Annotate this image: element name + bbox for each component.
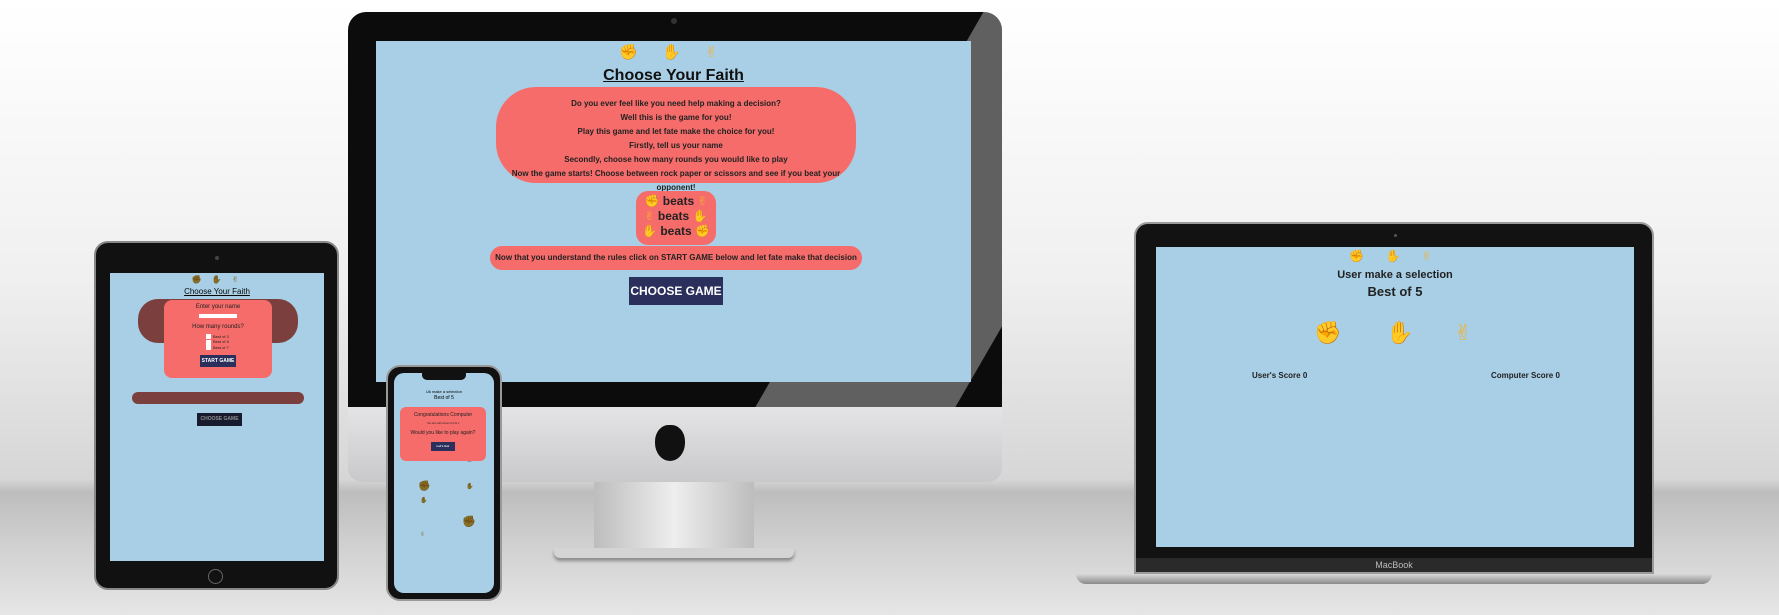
beats-box: ✊ beats ✌ ✌ beats ✋ ✋ beats ✊ — [636, 191, 716, 245]
scissors-icon: ✌ — [644, 209, 655, 223]
scissors-icon: ✌ — [697, 194, 708, 208]
lets-go-button[interactable]: Let's Go! — [431, 442, 455, 451]
laptop-base — [1076, 574, 1712, 584]
choose-game-button[interactable]: CHOOSE GAME — [197, 413, 242, 426]
phone-background-page: Uk make a selection Best of 5 ✊ ✋ ✌ ✊ ✋ … — [394, 373, 494, 593]
play-again-question: Would you like to play again? — [410, 430, 476, 436]
rock-icon: ✊ — [418, 481, 431, 492]
phone-best-of: Best of 5 — [434, 395, 454, 401]
paper-button[interactable]: ✋ — [1386, 321, 1413, 346]
tablet-camera — [215, 256, 219, 260]
start-modal: Enter your name How many rounds? Best of… — [164, 300, 272, 378]
computer-score: Computer Score 0 — [1491, 371, 1560, 380]
rps-icons-row: ✊ ✋ ✌ — [1156, 249, 1634, 263]
result-modal: Congratulations Computer You won with sc… — [400, 407, 486, 461]
tablet-screen: ✊ ✋ ✌ Choose Your Faith CHOOSE GAME Ente… — [110, 273, 324, 561]
page-title: Choose Your Faith — [603, 67, 744, 84]
intro-line: Secondly, choose how many rounds you wou… — [564, 155, 788, 164]
paper-icon: ✋ — [662, 43, 691, 61]
round-option[interactable]: Best of 7 — [206, 345, 272, 351]
imac-stand — [594, 482, 754, 548]
best-of-label: Best of 5 — [1367, 284, 1423, 299]
intro-box: Do you ever feel like you need help maki… — [496, 87, 856, 192]
checkbox[interactable] — [206, 345, 211, 351]
scissors-icon: ✌ — [705, 43, 728, 61]
scissors-button[interactable]: ✌ — [1454, 321, 1472, 346]
intro-line: Firstly, tell us your name — [629, 141, 723, 150]
rps-icons-row: ✊ ✋ ✌ — [110, 275, 324, 284]
paper-icon: ✋ — [1385, 249, 1410, 263]
result-score-text: You won with scores of 3 to 1 — [426, 422, 460, 425]
apple-logo-icon — [655, 425, 685, 461]
imac-bezel: ✊ ✋ ✌ Choose Your Faith Do you ever feel… — [348, 12, 1002, 407]
intro-line: Well this is the game for you! — [620, 113, 732, 122]
paper-icon: ✋ — [466, 483, 474, 490]
beats-label: beats — [662, 194, 695, 208]
laptop-screen: ✊ ✋ ✌ User make a selection Best of 5 ✊ … — [1156, 247, 1634, 547]
rock-button[interactable]: ✊ — [1314, 321, 1341, 346]
intro-line: Do you ever feel like you need help maki… — [571, 99, 781, 108]
choose-game-button[interactable]: CHOOSE GAME — [629, 277, 723, 305]
home-button[interactable] — [208, 569, 223, 584]
imac-screen: ✊ ✋ ✌ Choose Your Faith Do you ever feel… — [376, 41, 971, 382]
name-label: Enter your name — [195, 304, 241, 310]
phone-screen: Uk make a selection Best of 5 ✊ ✋ ✌ ✊ ✋ … — [394, 373, 494, 593]
phone-header-line: Uk make a selection — [425, 389, 462, 394]
rules-box: Now that you understand the rules click … — [490, 246, 862, 286]
beats-label: beats — [660, 224, 692, 238]
selection-heading: User make a selection — [1337, 269, 1453, 281]
user-score: User's Score 0 — [1252, 371, 1308, 380]
camera-dot — [671, 18, 677, 24]
rock-icon: ✊ — [619, 43, 649, 61]
rounds-options: Best of 3 Best of 5 Best of 7 — [164, 334, 272, 351]
beats-row: ✊ beats ✌ — [636, 194, 716, 209]
rock-icon: ✊ — [462, 515, 476, 528]
rock-icon: ✊ — [695, 224, 710, 238]
name-input[interactable] — [199, 314, 237, 318]
rules-box — [132, 392, 304, 404]
tablet-device: ✊ ✋ ✌ Choose Your Faith CHOOSE GAME Ente… — [94, 241, 339, 590]
page-title: Choose Your Faith — [184, 287, 250, 296]
scissors-icon: ✌ — [231, 275, 243, 284]
beats-row: ✋ beats ✊ — [636, 224, 716, 239]
rock-icon: ✊ — [1349, 249, 1374, 263]
beats-label: beats — [657, 209, 690, 223]
laptop-brand: MacBook — [1375, 560, 1413, 570]
scissors-icon: ✌ — [420, 531, 426, 538]
result-title: Congratulations Computer — [413, 412, 473, 418]
rock-icon: ✊ — [191, 275, 206, 284]
rps-icons-row: ✊ ✋ ✌ — [376, 43, 971, 61]
rock-icon: ✊ — [644, 194, 660, 208]
imac-stand-base — [554, 548, 794, 558]
phone-device: Uk make a selection Best of 5 ✊ ✋ ✌ ✊ ✋ … — [386, 365, 502, 601]
phone-notch — [422, 373, 466, 380]
scissors-icon: ✌ — [1421, 249, 1441, 263]
paper-icon: ✋ — [692, 209, 708, 223]
laptop-brand-strip: MacBook — [1136, 558, 1652, 572]
paper-icon: ✋ — [642, 224, 657, 238]
laptop-camera — [1394, 234, 1397, 237]
paper-icon: ✋ — [211, 275, 226, 284]
intro-line: Play this game and let fate make the cho… — [577, 127, 775, 136]
laptop-device: ✊ ✋ ✌ User make a selection Best of 5 ✊ … — [1134, 222, 1654, 574]
beats-row: ✌ beats ✋ — [636, 209, 716, 224]
rounds-label: How many rounds? — [192, 324, 244, 330]
paper-icon: ✋ — [420, 497, 428, 504]
start-game-button[interactable]: START GAME — [200, 355, 236, 368]
